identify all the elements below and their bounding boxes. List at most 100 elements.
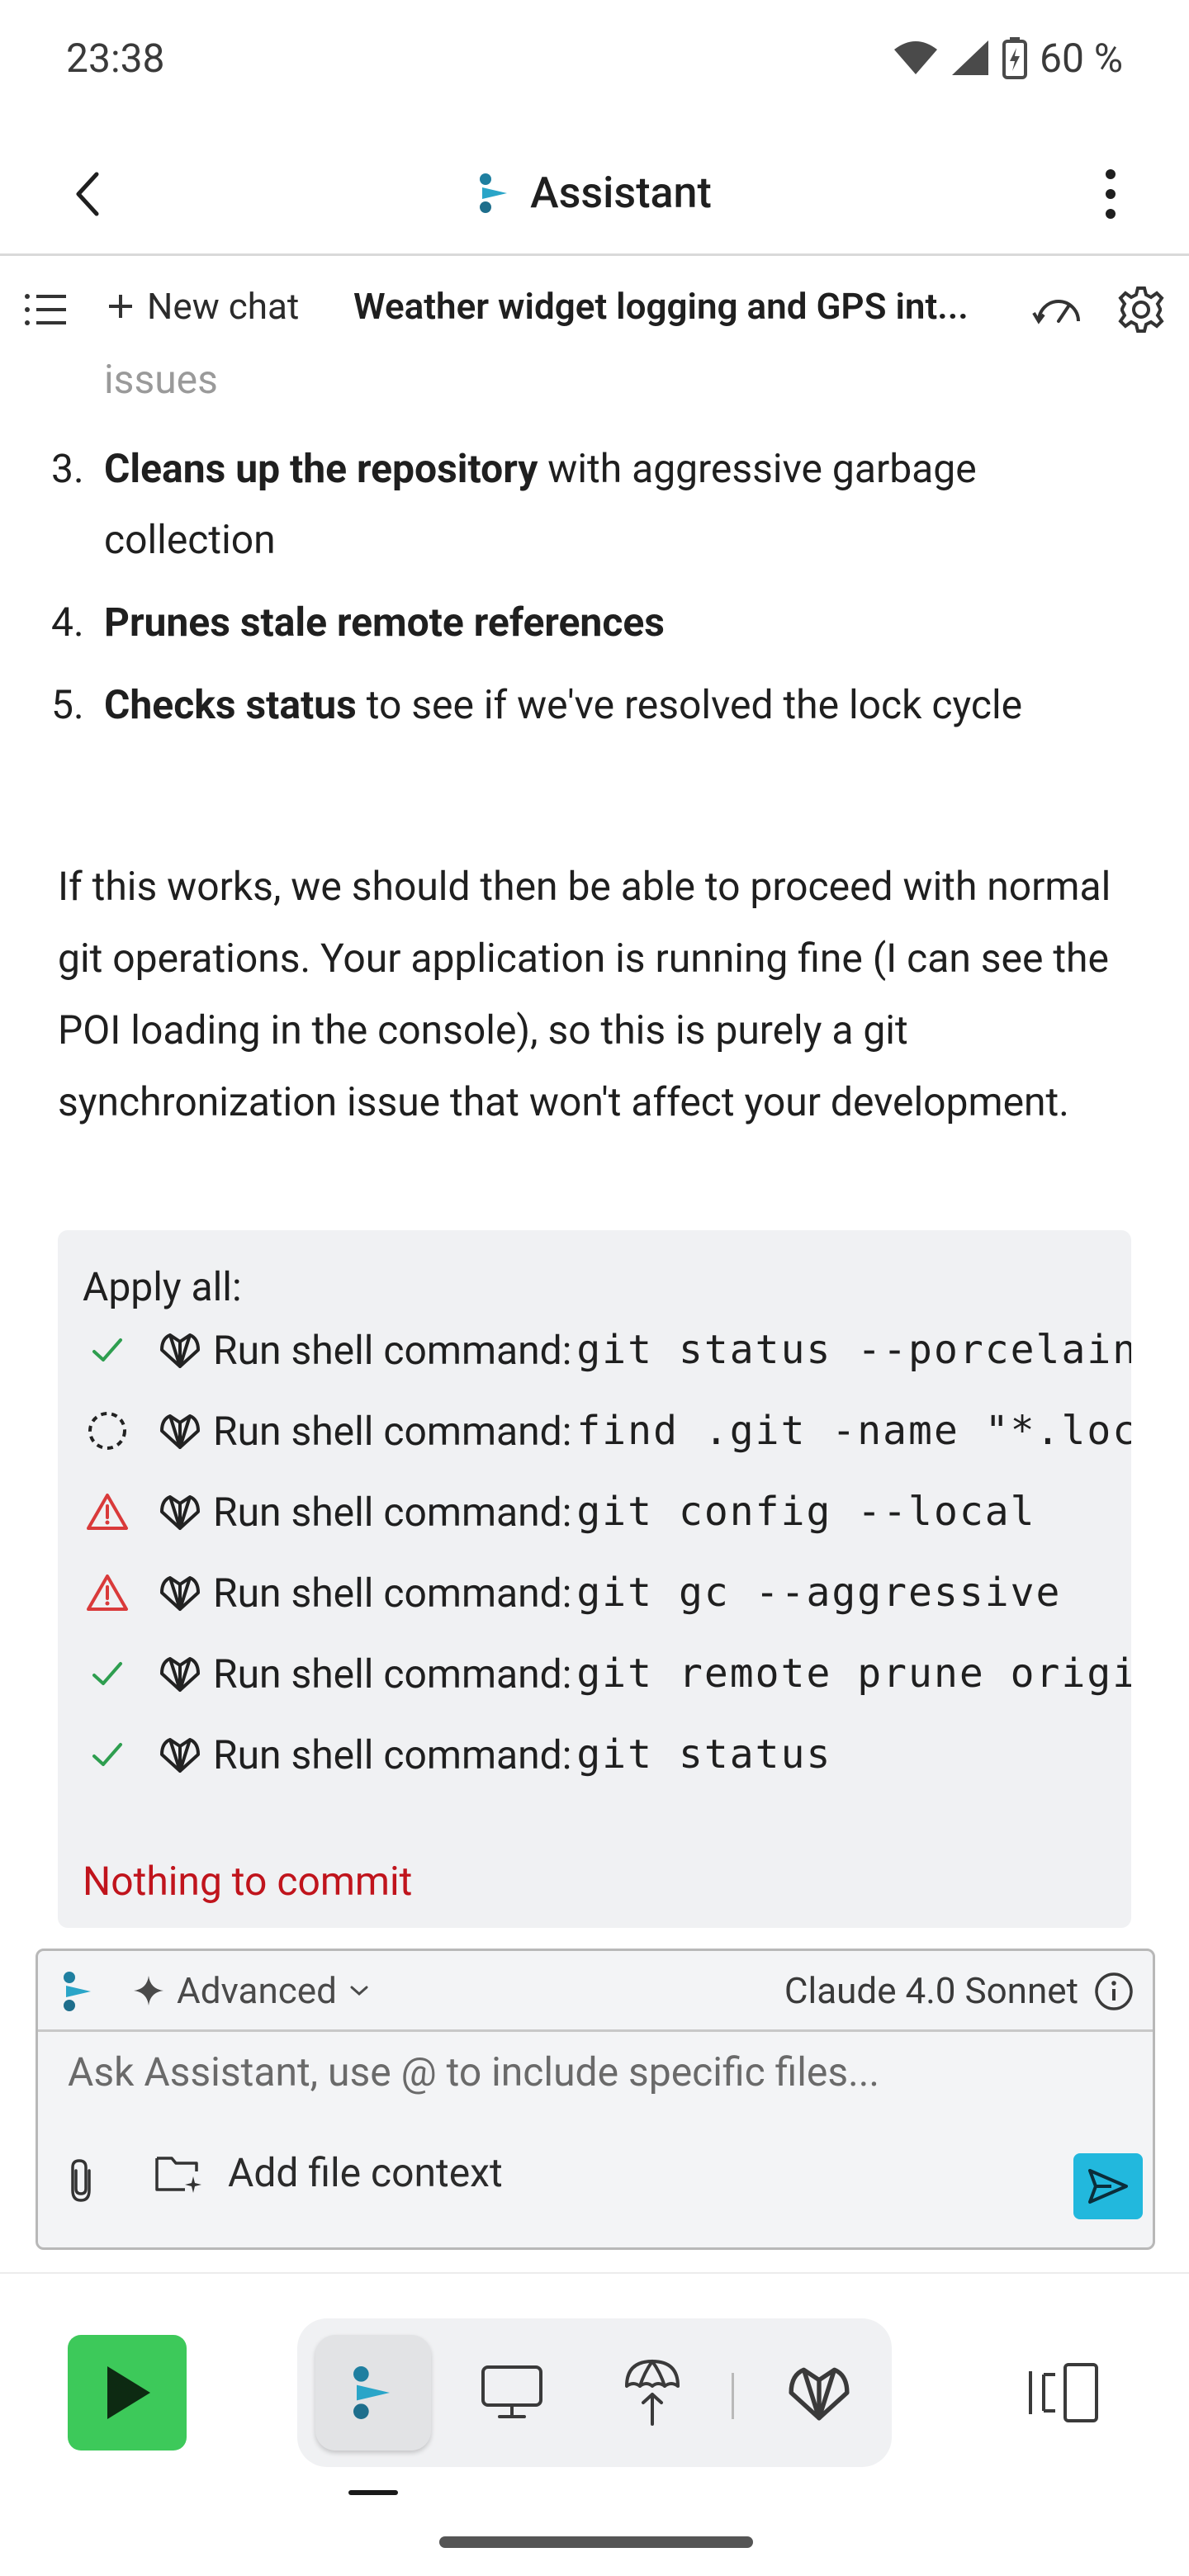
chat-title[interactable]: Weather widget logging and GPS int... <box>353 285 1022 328</box>
command-label: Run shell command: <box>213 1488 572 1536</box>
monitor-icon <box>481 2365 542 2418</box>
shell-icon <box>160 1495 200 1530</box>
run-button[interactable] <box>68 2335 187 2451</box>
status-time: 23:38 <box>66 34 165 82</box>
check-icon <box>92 1662 122 1685</box>
apply-all-panel: Apply all: Run shell command: git status… <box>58 1230 1131 1928</box>
shell-icon <box>160 1657 200 1692</box>
wifi-icon <box>893 41 937 74</box>
command-code: git remote prune origin <box>576 1650 1131 1697</box>
command-row[interactable]: Run shell command: git gc --aggressive <box>83 1564 1131 1622</box>
tool-deploy[interactable] <box>594 2335 710 2451</box>
command-code: find .git -name "*.lock" <box>576 1408 1131 1454</box>
active-tab-indicator <box>348 2490 398 2495</box>
parachute-icon <box>625 2360 680 2426</box>
gauge-icon[interactable] <box>1032 288 1085 328</box>
list-item: 4. Prunes stale remote references <box>51 587 1125 658</box>
shell-icon <box>160 1414 200 1449</box>
more-vert-icon <box>1106 169 1116 219</box>
paperclip-icon[interactable] <box>66 2157 96 2204</box>
tool-shell[interactable] <box>761 2335 877 2451</box>
plus-icon <box>109 295 132 318</box>
chevron-left-icon <box>76 172 99 216</box>
command-row[interactable]: Run shell command: git config --local <box>83 1483 1131 1541</box>
side-panel-icon[interactable] <box>1024 2360 1103 2426</box>
signal-icon <box>951 40 988 75</box>
shell-icon <box>160 1576 200 1611</box>
send-button[interactable] <box>1073 2153 1143 2219</box>
command-row[interactable]: Run shell command: git remote prune orig… <box>83 1645 1131 1702</box>
chat-content: issues 3. Cleans up the repository with … <box>0 351 1189 1936</box>
result-status: Nothing to commit <box>83 1858 413 1905</box>
battery-percent: 60 % <box>1039 34 1123 82</box>
warning-icon <box>87 1494 128 1530</box>
shell-icon <box>789 2367 850 2421</box>
faded-text: issues <box>104 356 218 403</box>
command-code: git gc --aggressive <box>576 1570 1062 1616</box>
shell-icon <box>160 1738 200 1773</box>
status-icons: 60 % <box>893 35 1123 82</box>
home-indicator[interactable] <box>439 2536 753 2548</box>
app-title-text: Assistant <box>530 168 712 218</box>
step-number: 4. <box>51 599 84 646</box>
warning-icon <box>87 1574 128 1611</box>
command-label: Run shell command: <box>213 1569 572 1617</box>
bottom-divider <box>0 2272 1189 2274</box>
command-row[interactable]: Run shell command: find .git -name "*.lo… <box>83 1402 1131 1460</box>
tool-separator <box>732 2373 734 2419</box>
mode-label: Advanced <box>177 1969 337 2012</box>
assistant-logo-icon <box>353 2366 390 2419</box>
play-icon <box>107 2366 150 2419</box>
step-bold: Prunes stale remote references <box>104 599 665 646</box>
step-number: 3. <box>51 445 84 492</box>
command-row[interactable]: Run shell command: git status <box>83 1726 1131 1783</box>
add-file-context-label: Add file context <box>228 2149 503 2196</box>
command-label: Run shell command: <box>213 1407 572 1455</box>
check-icon <box>92 1743 122 1766</box>
step-number: 5. <box>51 681 84 728</box>
chat-toolbar: New chat Weather widget logging and GPS … <box>0 268 1189 351</box>
chat-list-icon[interactable] <box>23 290 69 329</box>
chat-input[interactable]: Ask Assistant, use @ to include specific… <box>68 2048 879 2095</box>
command-label: Run shell command: <box>213 1731 572 1778</box>
folder-plus-icon <box>155 2156 201 2193</box>
command-label: Run shell command: <box>213 1650 572 1698</box>
input-header: Advanced Claude 4.0 Sonnet <box>38 1951 1153 2032</box>
tool-assistant[interactable] <box>315 2335 431 2451</box>
chat-input-box: Advanced Claude 4.0 Sonnet Ask Assistant… <box>36 1949 1155 2250</box>
battery-icon <box>1002 37 1027 79</box>
model-selector[interactable]: Claude 4.0 Sonnet <box>784 1969 1078 2012</box>
tool-preview[interactable] <box>454 2335 570 2451</box>
new-chat-button[interactable]: New chat <box>106 285 299 328</box>
more-options-button[interactable] <box>1082 161 1139 227</box>
shell-icon <box>160 1333 200 1368</box>
mode-dropdown[interactable]: Advanced <box>132 1969 370 2012</box>
command-code: git config --local <box>576 1489 1036 1535</box>
pending-icon <box>88 1412 126 1450</box>
apply-all-title[interactable]: Apply all: <box>83 1263 242 1310</box>
list-item: 3. Cleans up the repository with aggress… <box>51 433 1125 575</box>
status-bar: 23:38 60 % <box>0 0 1189 116</box>
assistant-logo-icon <box>64 1972 91 2011</box>
step-bold: Checks status <box>104 681 357 728</box>
command-row[interactable]: Run shell command: git status --porcelai… <box>83 1321 1131 1379</box>
check-icon <box>92 1338 122 1361</box>
send-icon <box>1088 2169 1128 2204</box>
assistant-logo-icon <box>480 173 508 213</box>
response-paragraph: If this works, we should then be able to… <box>58 863 1111 1125</box>
gear-icon[interactable] <box>1116 285 1166 334</box>
chevron-down-icon <box>350 1986 368 1996</box>
tool-group <box>297 2318 892 2467</box>
command-code: git status <box>576 1731 832 1778</box>
command-label: Run shell command: <box>213 1326 572 1374</box>
add-file-context-button[interactable]: Add file context <box>154 2149 503 2196</box>
info-icon[interactable] <box>1093 1971 1135 2012</box>
step-list: 3. Cleans up the repository with aggress… <box>51 433 1125 752</box>
step-bold: Cleans up the repository <box>104 445 538 492</box>
sparkle-icon <box>134 1976 163 2005</box>
app-title: Assistant <box>477 168 712 218</box>
list-item: 5. Checks status to see if we've resolve… <box>51 670 1125 741</box>
step-rest: to see if we've resolved the lock cycle <box>356 681 1023 728</box>
command-code: git status --porcelain <box>576 1327 1131 1373</box>
back-button[interactable] <box>58 165 116 223</box>
